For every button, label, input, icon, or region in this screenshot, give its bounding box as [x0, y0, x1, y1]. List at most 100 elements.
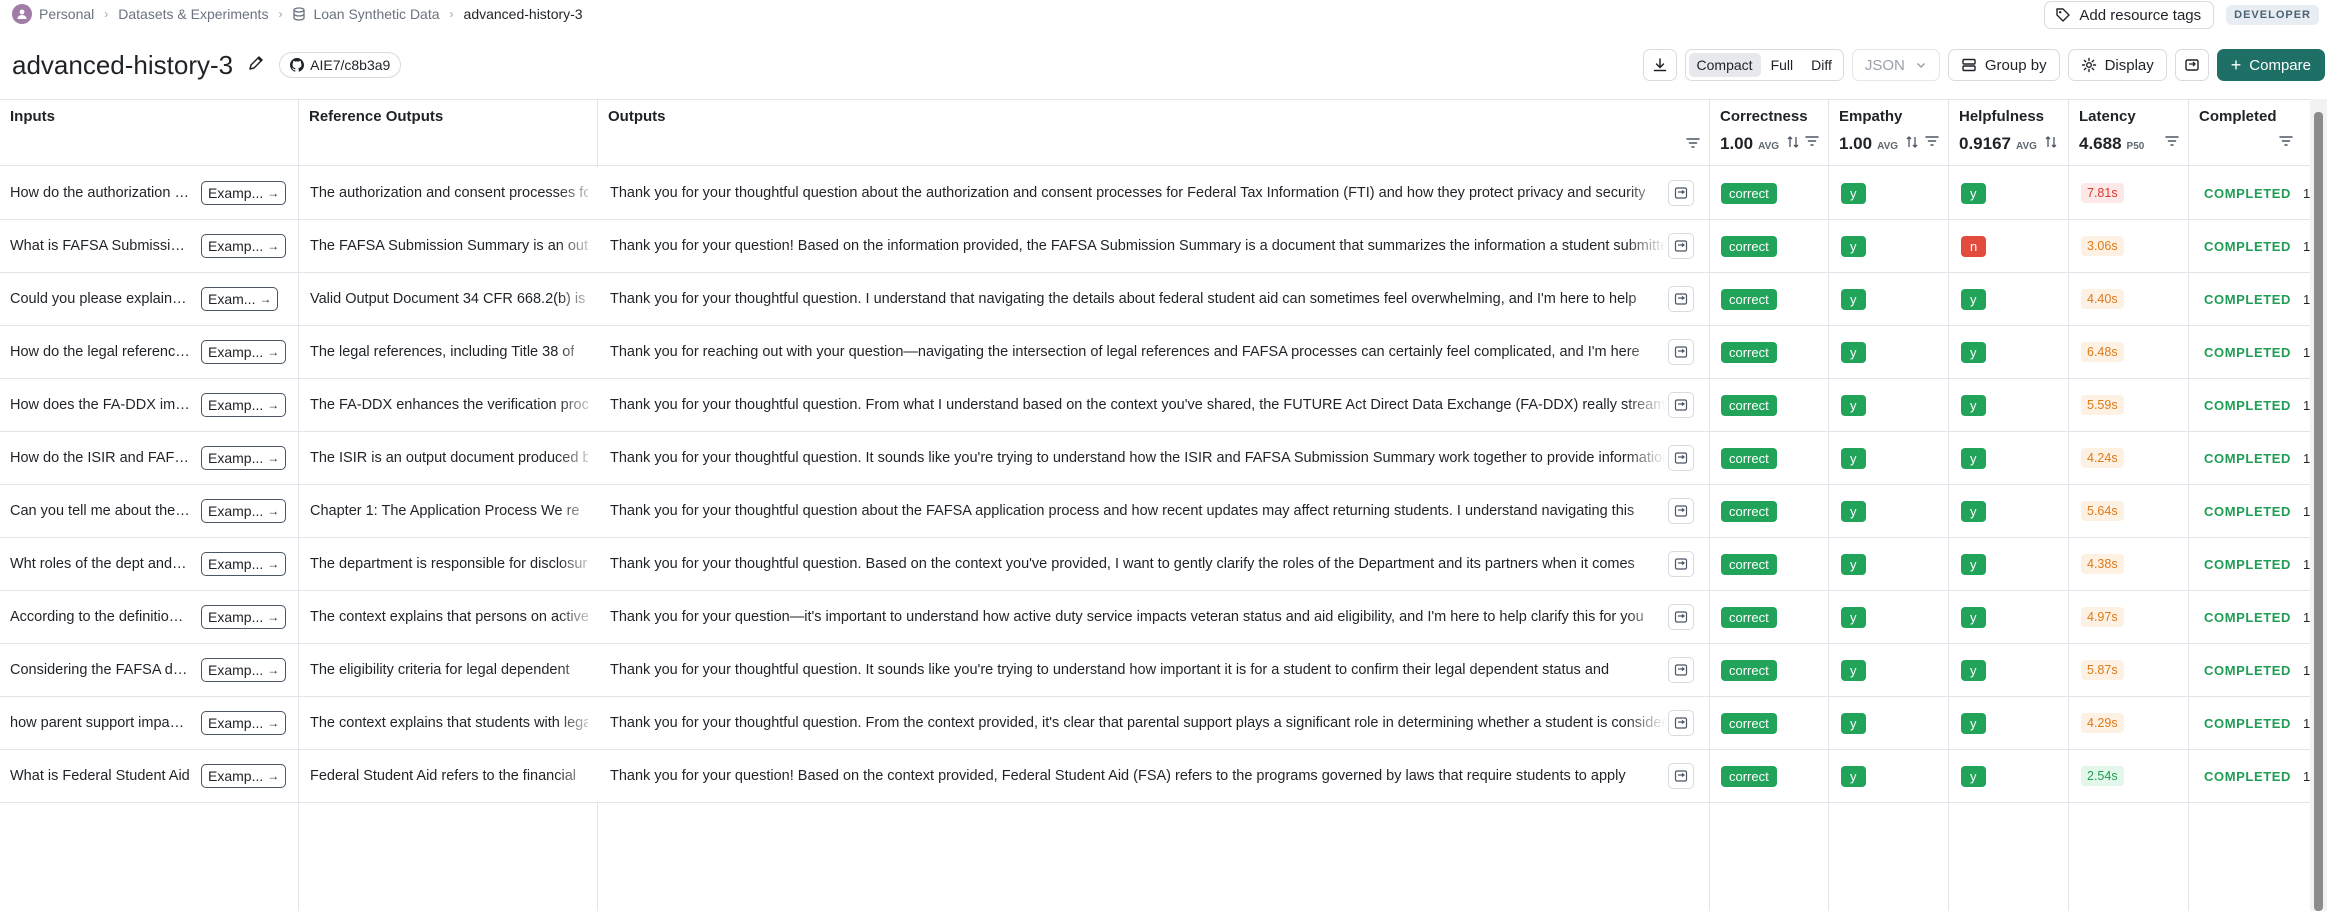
empathy-cell[interactable]: y — [1841, 273, 1941, 325]
latency-cell[interactable]: 5.87s — [2081, 644, 2181, 696]
helpfulness-cell[interactable]: y — [1961, 485, 2061, 537]
example-link-button[interactable]: Examp... → — [201, 499, 287, 523]
input-cell[interactable]: How do the ISIR and FAFSA Submission Sum… — [10, 432, 190, 484]
output-cell[interactable]: Thank you for your thoughtful question. … — [610, 432, 1665, 484]
example-link-button[interactable]: Examp... → — [201, 340, 287, 364]
table-row[interactable]: Wht roles of the dept and partners Examp… — [0, 538, 2314, 591]
empathy-cell[interactable]: y — [1841, 167, 1941, 219]
reference-output-cell[interactable]: The department is responsible for disclo… — [310, 538, 588, 590]
reference-output-cell[interactable]: The context explains that persons on act… — [310, 591, 588, 643]
table-row[interactable]: How does the FA-DDX improve verification… — [0, 379, 2314, 432]
group-by-button[interactable]: Group by — [1947, 49, 2060, 81]
empathy-cell[interactable]: y — [1841, 644, 1941, 696]
input-cell[interactable]: How does the FA-DDX improve verification — [10, 379, 190, 431]
scrollbar-thumb[interactable] — [2314, 112, 2323, 911]
column-header-completed[interactable]: Completed — [2189, 100, 2314, 166]
helpfulness-cell[interactable]: y — [1961, 273, 2061, 325]
empathy-cell[interactable]: y — [1841, 485, 1941, 537]
input-cell[interactable]: Could you please explain what valid outp… — [10, 273, 190, 325]
empathy-cell[interactable]: y — [1841, 591, 1941, 643]
filter-icon[interactable] — [1804, 134, 1820, 148]
open-trace-button[interactable] — [1668, 657, 1694, 683]
empathy-cell[interactable]: y — [1841, 750, 1941, 802]
filter-icon[interactable] — [2278, 134, 2294, 148]
reference-output-cell[interactable]: The FA-DDX enhances the verification pro… — [310, 379, 588, 431]
reference-output-cell[interactable]: Chapter 1: The Application Process We re — [310, 485, 588, 537]
output-cell[interactable]: Thank you for your question—it's importa… — [610, 591, 1665, 643]
output-cell[interactable]: Thank you for your thoughtful question. … — [610, 697, 1665, 749]
view-mode-full[interactable]: Full — [1763, 53, 1802, 77]
empathy-cell[interactable]: y — [1841, 326, 1941, 378]
input-cell[interactable]: how parent support impacts dependency — [10, 697, 190, 749]
example-link-button[interactable]: Exam... → — [201, 287, 279, 311]
edit-icon[interactable] — [247, 54, 265, 76]
breadcrumb-personal[interactable]: Personal — [12, 4, 94, 24]
correctness-cell[interactable]: correct — [1721, 591, 1821, 643]
helpfulness-cell[interactable]: y — [1961, 167, 2061, 219]
latency-cell[interactable]: 7.81s — [2081, 167, 2181, 219]
filter-icon[interactable] — [1685, 136, 1701, 150]
reference-output-cell[interactable]: The context explains that students with … — [310, 697, 588, 749]
open-trace-button[interactable] — [1668, 286, 1694, 312]
open-trace-button[interactable] — [1668, 710, 1694, 736]
latency-cell[interactable]: 4.40s — [2081, 273, 2181, 325]
table-row[interactable]: Could you please explain what valid outp… — [0, 273, 2314, 326]
example-link-button[interactable]: Examp... → — [201, 234, 287, 258]
helpfulness-cell[interactable]: y — [1961, 697, 2061, 749]
correctness-cell[interactable]: correct — [1721, 379, 1821, 431]
table-row[interactable]: Considering the FAFSA dependency rules E… — [0, 644, 2314, 697]
completed-cell[interactable]: COMPLETED 1 — [2204, 432, 2314, 484]
correctness-cell[interactable]: correct — [1721, 273, 1821, 325]
column-header-outputs[interactable]: Outputs — [598, 100, 1709, 166]
helpfulness-cell[interactable]: y — [1961, 326, 2061, 378]
example-link-button[interactable]: Examp... → — [201, 658, 287, 682]
open-trace-button[interactable] — [1668, 180, 1694, 206]
reference-output-cell[interactable]: Federal Student Aid refers to the financ… — [310, 750, 588, 802]
display-button[interactable]: Display — [2067, 49, 2167, 81]
latency-cell[interactable]: 4.24s — [2081, 432, 2181, 484]
completed-cell[interactable]: COMPLETED 1 — [2204, 750, 2314, 802]
view-mode-diff[interactable]: Diff — [1803, 53, 1840, 77]
correctness-cell[interactable]: correct — [1721, 220, 1821, 272]
helpfulness-cell[interactable]: n — [1961, 220, 2061, 272]
table-row[interactable]: how parent support impacts dependency Ex… — [0, 697, 2314, 750]
commit-chip[interactable]: AIE7/c8b3a9 — [279, 52, 402, 78]
completed-cell[interactable]: COMPLETED 1 — [2204, 591, 2314, 643]
table-row[interactable]: How do the legal references relate to FA… — [0, 326, 2314, 379]
correctness-cell[interactable]: correct — [1721, 485, 1821, 537]
output-cell[interactable]: Thank you for your thoughtful question. … — [610, 273, 1665, 325]
helpfulness-cell[interactable]: y — [1961, 591, 2061, 643]
table-row[interactable]: How do the ISIR and FAFSA Submission Sum… — [0, 432, 2314, 485]
correctness-cell[interactable]: correct — [1721, 432, 1821, 484]
column-header-reference-outputs[interactable]: Reference Outputs — [299, 100, 597, 166]
table-row[interactable]: How do the authorization and consent pro… — [0, 167, 2314, 220]
latency-cell[interactable]: 4.29s — [2081, 697, 2181, 749]
empathy-cell[interactable]: y — [1841, 220, 1941, 272]
completed-cell[interactable]: COMPLETED 1 — [2204, 697, 2314, 749]
column-header-inputs[interactable]: Inputs — [0, 100, 298, 166]
filter-icon[interactable] — [1924, 134, 1940, 148]
example-link-button[interactable]: Examp... → — [201, 605, 287, 629]
compare-view-button[interactable] — [2174, 49, 2209, 81]
output-cell[interactable]: Thank you for your question! Based on th… — [610, 220, 1665, 272]
input-cell[interactable]: Wht roles of the dept and partners — [10, 538, 190, 590]
example-link-button[interactable]: Examp... → — [201, 552, 287, 576]
breadcrumb-datasets[interactable]: Datasets & Experiments — [118, 6, 268, 22]
completed-cell[interactable]: COMPLETED 1 — [2204, 167, 2314, 219]
latency-cell[interactable]: 6.48s — [2081, 326, 2181, 378]
open-trace-button[interactable] — [1668, 339, 1694, 365]
latency-cell[interactable]: 4.97s — [2081, 591, 2181, 643]
example-link-button[interactable]: Examp... → — [201, 446, 287, 470]
example-link-button[interactable]: Examp... → — [201, 181, 287, 205]
helpfulness-cell[interactable]: y — [1961, 750, 2061, 802]
empathy-cell[interactable]: y — [1841, 432, 1941, 484]
table-row[interactable]: According to the definitions of veteran … — [0, 591, 2314, 644]
open-trace-button[interactable] — [1668, 604, 1694, 630]
download-button[interactable] — [1642, 49, 1677, 81]
output-cell[interactable]: Thank you for your question! Based on th… — [610, 750, 1665, 802]
correctness-cell[interactable]: correct — [1721, 326, 1821, 378]
output-cell[interactable]: Thank you for your thoughtful question a… — [610, 485, 1665, 537]
input-cell[interactable]: According to the definitions of veteran … — [10, 591, 190, 643]
table-row[interactable]: What is FAFSA Submission Summary and how… — [0, 220, 2314, 273]
open-trace-button[interactable] — [1668, 445, 1694, 471]
